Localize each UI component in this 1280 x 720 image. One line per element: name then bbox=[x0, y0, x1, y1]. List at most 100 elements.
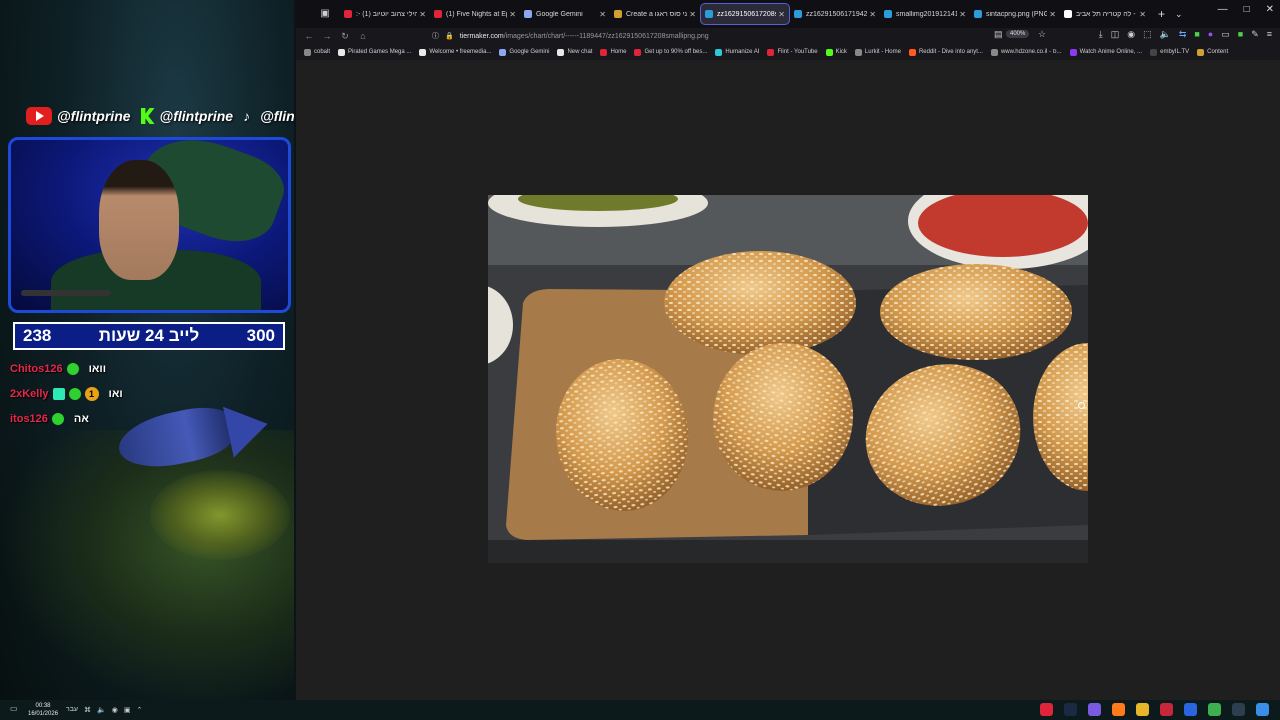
close-tab-icon[interactable]: ✕ bbox=[599, 10, 606, 19]
bookmark-item[interactable]: Reddit - Dive into anyt... bbox=[908, 48, 983, 56]
reader-view-icon[interactable]: ▤ bbox=[994, 29, 1003, 40]
bookmark-item[interactable]: Welcome • freemedia... bbox=[419, 48, 491, 56]
extension-toggle-icon[interactable]: ■ bbox=[1238, 29, 1243, 40]
list-tabs-icon[interactable]: ⌄ bbox=[1175, 9, 1183, 20]
bookmark-item[interactable]: Get up to 90% off bes... bbox=[634, 48, 707, 56]
stream-overlay-panel: @flintprine @flintprine ♪ @flintprine 23… bbox=[0, 0, 294, 700]
app-icon-dark[interactable] bbox=[1232, 703, 1245, 716]
language-indicator[interactable]: עבר bbox=[66, 706, 78, 714]
kick-icon bbox=[140, 108, 155, 124]
browser-tab[interactable]: smallimg20191214120806✕ bbox=[880, 3, 970, 25]
bookmark-item[interactable]: embyIL.TV bbox=[1150, 48, 1189, 56]
bookmark-item[interactable]: Watch Anime Online, ... bbox=[1069, 48, 1142, 56]
notifications-icon[interactable]: ▭ bbox=[10, 704, 18, 713]
tab-title: :- הילי צהוב יוטיוב (1) bbox=[356, 10, 418, 18]
pocket-icon[interactable]: ◫ bbox=[1111, 29, 1120, 40]
close-tab-icon[interactable]: ✕ bbox=[869, 10, 876, 19]
site-info-icon[interactable]: ⓘ bbox=[432, 31, 439, 41]
firefox-icon[interactable] bbox=[1112, 703, 1125, 716]
close-tab-icon[interactable]: ✕ bbox=[419, 10, 426, 19]
close-tab-icon[interactable]: ✕ bbox=[509, 10, 516, 19]
social-tiktok: ♪ @flintprine bbox=[243, 108, 294, 124]
bookmark-label: Lurkit - Home bbox=[864, 49, 901, 55]
menu-icon[interactable]: ≡ bbox=[1267, 29, 1272, 40]
browser-window: ▣ :- הילי צהוב יוטיוב (1) ✕ (1) Five Night… bbox=[296, 0, 1280, 700]
browser-tab[interactable]: zz1629150617208smallipng✕ bbox=[700, 3, 790, 25]
tray-app-icon[interactable]: ◉ bbox=[112, 706, 118, 714]
close-tab-icon[interactable]: ✕ bbox=[689, 10, 696, 19]
tray-app-icon-2[interactable]: ▣ bbox=[124, 706, 131, 714]
volume-icon[interactable]: 🔈 bbox=[97, 706, 106, 714]
page-viewport bbox=[296, 60, 1280, 700]
close-tab-icon[interactable]: ✕ bbox=[959, 10, 966, 19]
tab-favicon-icon bbox=[344, 10, 352, 18]
tab-title: zz1629150617208smallipng bbox=[717, 10, 776, 18]
back-icon[interactable]: ← bbox=[300, 31, 318, 41]
media-player-icon[interactable] bbox=[1040, 703, 1053, 716]
browser-tab[interactable]: sintacpng.png (PNG Image✕ bbox=[970, 3, 1060, 25]
close-tab-icon[interactable]: ✕ bbox=[778, 10, 785, 19]
browser-tab[interactable]: (1) Five Nights at Epstein✕ bbox=[430, 3, 520, 25]
app-icon-green[interactable] bbox=[1208, 703, 1221, 716]
download-icon[interactable]: ⤓ bbox=[1099, 29, 1103, 40]
close-tab-icon[interactable]: ✕ bbox=[1139, 10, 1146, 19]
counter-title: לייב 24 שעות bbox=[98, 326, 200, 345]
close-window-icon[interactable]: ✕ bbox=[1266, 4, 1274, 15]
extension-wand-icon[interactable]: ✎ bbox=[1251, 29, 1259, 40]
bookmark-item[interactable]: Lurkit - Home bbox=[854, 48, 901, 56]
bookmark-item[interactable]: www.hdzone.co.il - ס... bbox=[990, 48, 1062, 56]
bookmark-favicon-icon bbox=[338, 48, 346, 56]
extension-green-icon[interactable]: ■ bbox=[1194, 29, 1199, 40]
bookmark-star-icon[interactable]: ☆ bbox=[1038, 29, 1046, 40]
file-explorer-icon[interactable] bbox=[1136, 703, 1149, 716]
forward-icon[interactable]: → bbox=[318, 31, 336, 41]
extensions-icon[interactable]: ⬚ bbox=[1143, 29, 1152, 40]
maximize-icon[interactable]: □ bbox=[1244, 4, 1250, 15]
speaker-icon[interactable]: 🔈 bbox=[1160, 29, 1171, 40]
sausage-rolls-photo bbox=[488, 195, 1088, 563]
browser-tab[interactable]: zz16291506171942529-46✕ bbox=[790, 3, 880, 25]
tab-overview-icon[interactable]: ▣ bbox=[316, 5, 334, 23]
bookmark-item[interactable]: Google Gemini bbox=[499, 48, 549, 56]
bookmark-label: Humanize AI bbox=[725, 49, 760, 55]
address-bar[interactable]: ⓘ 🔒 tiermaker.com/images/chart/chart/---… bbox=[432, 29, 709, 43]
zoom-level-badge[interactable]: 400% bbox=[1006, 30, 1030, 38]
bookmark-favicon-icon bbox=[990, 48, 998, 56]
close-tab-icon[interactable]: ✕ bbox=[1049, 10, 1056, 19]
url-path: /images/chart/chart/------1189447/zz1629… bbox=[503, 32, 709, 40]
bookmark-item[interactable]: cobalt bbox=[304, 48, 331, 56]
extension-purple-icon[interactable]: ● bbox=[1208, 29, 1213, 40]
browser-tab[interactable]: לה קטריה תל אביב - ✕ bbox=[1060, 3, 1150, 25]
tray-expand-icon[interactable]: ⌃ bbox=[136, 706, 142, 714]
account-icon[interactable]: ◉ bbox=[1127, 29, 1135, 40]
steam-icon[interactable] bbox=[1064, 703, 1077, 716]
extension-translate-icon[interactable]: ⇆ bbox=[1179, 29, 1187, 40]
browser-tab[interactable]: Create a אני סוס ראגו✕ bbox=[610, 3, 700, 25]
app-icon-blue[interactable] bbox=[1184, 703, 1197, 716]
obs-icon[interactable] bbox=[1160, 703, 1173, 716]
home-icon[interactable]: ⌂ bbox=[354, 31, 372, 41]
browser-tab[interactable]: :- הילי צהוב יוטיוב (1) ✕ bbox=[340, 3, 430, 25]
bookmark-favicon-icon bbox=[908, 48, 916, 56]
new-tab-icon[interactable]: + bbox=[1158, 7, 1165, 21]
bookmark-favicon-icon bbox=[854, 48, 862, 56]
bookmark-item[interactable]: Home bbox=[600, 48, 626, 56]
bookmark-item[interactable]: New chat bbox=[557, 48, 592, 56]
extension-tab-icon[interactable]: ▭ bbox=[1221, 29, 1230, 40]
bookmark-favicon-icon bbox=[419, 48, 427, 56]
network-icon[interactable]: ⌘ bbox=[84, 706, 91, 714]
bookmark-label: Reddit - Dive into anyt... bbox=[918, 49, 983, 55]
minimize-icon[interactable]: — bbox=[1218, 4, 1228, 15]
bookmark-item[interactable]: Pirated Games Mega ... bbox=[338, 48, 411, 56]
bookmark-label: cobalt bbox=[314, 49, 331, 55]
bookmark-item[interactable]: Flint - YouTube bbox=[767, 48, 818, 56]
reload-icon[interactable]: ↻ bbox=[336, 31, 354, 42]
bookmark-item[interactable]: Content bbox=[1197, 48, 1228, 56]
system-clock[interactable]: 00:38 16/01/2026 bbox=[28, 702, 58, 718]
bookmark-item[interactable]: Humanize AI bbox=[715, 48, 760, 56]
browser-tab[interactable]: Google Gemini ✕ bbox=[520, 3, 610, 25]
bookmark-item[interactable]: Kick bbox=[825, 48, 847, 56]
chat-text: ואו bbox=[108, 387, 123, 400]
app-icon-store[interactable] bbox=[1256, 703, 1269, 716]
discord-icon[interactable] bbox=[1088, 703, 1101, 716]
